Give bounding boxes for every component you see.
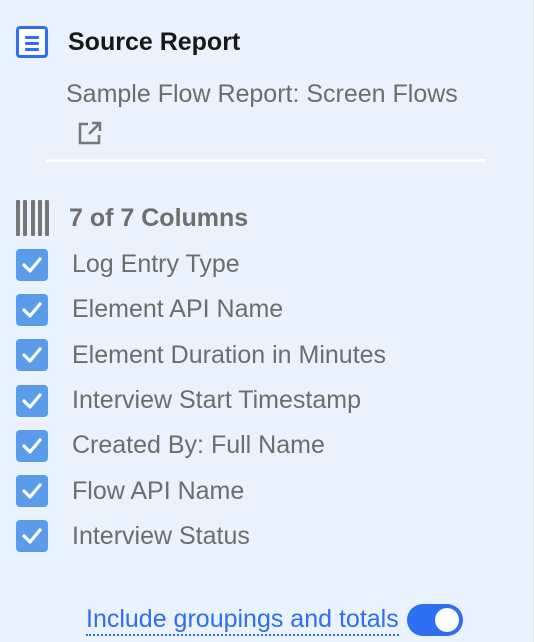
columns-icon [16,200,49,236]
checkmark-icon [22,392,42,409]
report-name-link[interactable]: Sample Flow Report: Screen Flows [66,80,458,109]
column-label: Log Entry Type [72,250,240,279]
document-icon [16,26,48,58]
checkmark-icon [22,483,42,499]
toggle-knob [434,608,459,632]
column-checkbox[interactable] [16,520,48,553]
checkmark-icon [22,347,42,363]
column-label: Interview Start Timestamp [72,386,361,415]
checkmark-icon [22,438,42,454]
section-divider [46,159,486,162]
checkmark-icon [22,302,42,318]
column-item: Element API Name [16,287,386,332]
column-item: Flow API Name [16,468,386,513]
groupings-toggle[interactable] [406,604,463,636]
source-report-heading: Source Report [68,27,241,56]
column-checkbox[interactable] [16,248,48,281]
column-label: Interview Status [72,521,250,550]
checkmark-icon [22,528,42,545]
checkmark-icon [22,257,42,273]
column-label: Flow API Name [72,476,245,505]
column-label: Created By: Full Name [72,431,325,460]
groupings-toggle-label[interactable]: Include groupings and totals [86,604,399,636]
source-report-panel: Source Report Sample Flow Report: Screen… [0,0,534,642]
column-item: Created By: Full Name [16,423,386,468]
groupings-toggle-row: Include groupings and totals [86,604,463,636]
column-checkbox[interactable] [16,384,48,417]
column-checkbox[interactable] [16,429,48,462]
source-report-header: Source Report [16,26,240,58]
column-checkbox[interactable] [16,475,48,508]
column-item: Interview Start Timestamp [16,378,386,423]
columns-header: 7 of 7 Columns [16,200,248,236]
columns-count-heading: 7 of 7 Columns [69,203,249,232]
column-label: Element Duration in Minutes [72,340,387,369]
column-label: Element API Name [72,295,284,324]
column-checkbox[interactable] [16,293,48,326]
column-checkbox[interactable] [16,339,48,372]
external-link-icon[interactable] [77,120,103,146]
column-item: Element Duration in Minutes [16,333,386,378]
column-list: Log Entry Type Element API Name Element Du… [16,242,386,559]
column-item: Interview Status [16,514,386,559]
column-item: Log Entry Type [16,242,386,287]
